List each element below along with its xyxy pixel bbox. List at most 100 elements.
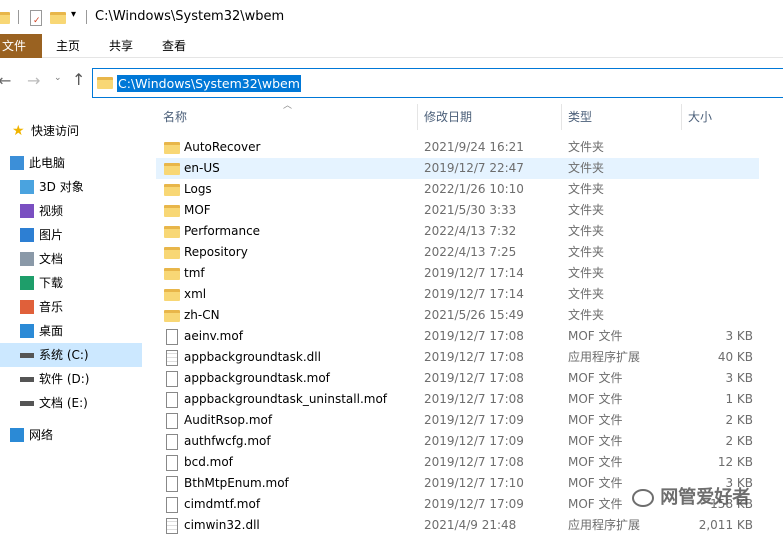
sidebar-item[interactable]: 此电脑: [0, 151, 142, 175]
file-date: 2019/12/7 22:47: [424, 161, 524, 175]
file-name: aeinv.mof: [184, 329, 243, 343]
computer-icon: [10, 156, 24, 170]
file-size: 12 KB: [717, 455, 753, 469]
file-name: MOF: [184, 203, 211, 217]
navigation-bar: ← → ⌄ ↑ C:\Windows\System32\wbem: [0, 64, 783, 98]
sidebar-item-label: 下载: [39, 276, 64, 290]
file-row[interactable]: aeinv.mof 2019/12/7 17:08 MOF 文件 3 KB: [156, 326, 759, 347]
file-date: 2019/12/7 17:10: [424, 476, 524, 490]
sidebar-item[interactable]: 文档 (E:): [0, 391, 142, 415]
forward-icon[interactable]: →: [27, 71, 40, 90]
sidebar-item[interactable]: 视频: [0, 199, 142, 223]
sidebar-item-label: 此电脑: [29, 156, 66, 170]
file-icon: [166, 434, 178, 450]
column-divider[interactable]: [417, 104, 418, 130]
sidebar-item[interactable]: 文档: [0, 247, 142, 271]
tab-file[interactable]: 文件: [0, 34, 42, 58]
sidebar-item[interactable]: 软件 (D:): [0, 367, 142, 391]
column-header-date[interactable]: 修改日期: [424, 106, 472, 128]
sidebar-item[interactable]: 网络: [0, 423, 142, 447]
column-divider[interactable]: [681, 104, 682, 130]
download-icon: [20, 276, 34, 290]
file-date: 2019/12/7 17:08: [424, 350, 524, 364]
file-row[interactable]: zh-CN 2021/5/26 15:49 文件夹: [156, 305, 759, 326]
tab-share[interactable]: 共享: [109, 34, 133, 58]
column-header-type[interactable]: 类型: [568, 106, 592, 128]
file-row[interactable]: cimwin32.dll 2021/4/9 21:48 应用程序扩展 2,011 KB: [156, 515, 759, 536]
file-name: Performance: [184, 224, 261, 238]
file-size: 3 KB: [725, 329, 753, 343]
file-date: 2019/12/7 17:08: [424, 455, 524, 469]
column-divider[interactable]: [561, 104, 562, 130]
file-row[interactable]: Repository 2022/4/13 7:25 文件夹: [156, 242, 759, 263]
file-row[interactable]: AutoRecover 2021/9/24 16:21 文件夹: [156, 137, 759, 158]
folder-icon: [97, 77, 113, 89]
file-row[interactable]: appbackgroundtask.mof 2019/12/7 17:08 MOF …: [156, 368, 759, 389]
file-row[interactable]: AuditRsop.mof 2019/12/7 17:09 MOF 文件 2 KB: [156, 410, 759, 431]
file-row[interactable]: bcd.mof 2019/12/7 17:08 MOF 文件 12 KB: [156, 452, 759, 473]
sidebar-item[interactable]: 音乐: [0, 295, 142, 319]
address-input[interactable]: C:\Windows\System32\wbem: [117, 75, 301, 92]
watermark-text: 网管爱好者: [660, 487, 751, 508]
sidebar-item[interactable]: 3D 对象: [0, 175, 142, 199]
drive-icon: [20, 377, 34, 382]
tab-view[interactable]: 查看: [162, 34, 186, 58]
file-type: 文件夹: [568, 266, 605, 280]
column-header-name[interactable]: 名称: [163, 106, 187, 128]
file-date: 2021/5/26 15:49: [424, 308, 524, 322]
wechat-icon: [632, 489, 654, 507]
sidebar-item[interactable]: ★ 快速访问: [0, 119, 142, 143]
picture-icon: [20, 228, 34, 242]
column-header-size[interactable]: 大小: [688, 106, 712, 128]
address-bar[interactable]: C:\Windows\System32\wbem: [92, 68, 783, 98]
file-name: appbackgroundtask.mof: [184, 371, 330, 385]
file-date: 2019/12/7 17:14: [424, 266, 524, 280]
file-type: MOF 文件: [568, 371, 623, 385]
file-row[interactable]: Logs 2022/1/26 10:10 文件夹: [156, 179, 759, 200]
sidebar-item[interactable]: 图片: [0, 223, 142, 247]
sidebar-item[interactable]: 下载: [0, 271, 142, 295]
ribbon-tabs: 文件 主页 共享 查看: [0, 34, 783, 58]
file-type: 文件夹: [568, 287, 605, 301]
desktop-icon: [20, 324, 34, 338]
file-row[interactable]: MOF 2021/5/30 3:33 文件夹: [156, 200, 759, 221]
file-row[interactable]: Performance 2022/4/13 7:32 文件夹: [156, 221, 759, 242]
tab-home[interactable]: 主页: [56, 34, 80, 58]
back-icon[interactable]: ←: [0, 71, 11, 90]
sidebar-item-label: 软件 (D:): [39, 372, 90, 386]
file-row[interactable]: xml 2019/12/7 17:14 文件夹: [156, 284, 759, 305]
sort-ascending-icon: ︿: [283, 101, 293, 111]
file-date: 2021/4/9 21:48: [424, 518, 517, 532]
file-icon: [166, 329, 178, 345]
sidebar-item[interactable]: 桌面: [0, 319, 142, 343]
file-date: 2019/12/7 17:09: [424, 497, 524, 511]
window-title: C:\Windows\System32\wbem: [95, 9, 285, 24]
folder-icon: [164, 247, 180, 259]
file-row[interactable]: en-US 2019/12/7 22:47 文件夹: [156, 158, 759, 179]
file-icon: [166, 455, 178, 471]
drive-icon: [20, 401, 34, 406]
recent-locations-icon[interactable]: ⌄: [54, 73, 62, 83]
file-type: 文件夹: [568, 245, 605, 259]
sidebar-item[interactable]: 系统 (C:): [0, 343, 142, 367]
up-icon[interactable]: ↑: [72, 70, 85, 89]
file-type: 文件夹: [568, 161, 605, 175]
properties-icon[interactable]: ✓: [30, 10, 42, 26]
new-folder-icon[interactable]: [50, 12, 66, 24]
file-date: 2019/12/7 17:08: [424, 371, 524, 385]
file-type: MOF 文件: [568, 329, 623, 343]
file-name: AutoRecover: [184, 140, 261, 154]
file-row[interactable]: appbackgroundtask_uninstall.mof 2019/12/7…: [156, 389, 759, 410]
folder-icon: [164, 184, 180, 196]
file-type: 文件夹: [568, 182, 605, 196]
file-row[interactable]: authfwcfg.mof 2019/12/7 17:09 MOF 文件 2 KB: [156, 431, 759, 452]
file-date: 2019/12/7 17:09: [424, 413, 524, 427]
file-name: authfwcfg.mof: [184, 434, 271, 448]
file-row[interactable]: appbackgroundtask.dll 2019/12/7 17:08 应用程序…: [156, 347, 759, 368]
file-size: 2 KB: [725, 434, 753, 448]
file-row[interactable]: tmf 2019/12/7 17:14 文件夹: [156, 263, 759, 284]
sidebar-item-label: 系统 (C:): [39, 348, 89, 362]
file-name: cimwin32.dll: [184, 518, 260, 532]
sidebar-item-label: 音乐: [39, 300, 64, 314]
customize-toolbar-icon[interactable]: ▾: [71, 9, 76, 20]
